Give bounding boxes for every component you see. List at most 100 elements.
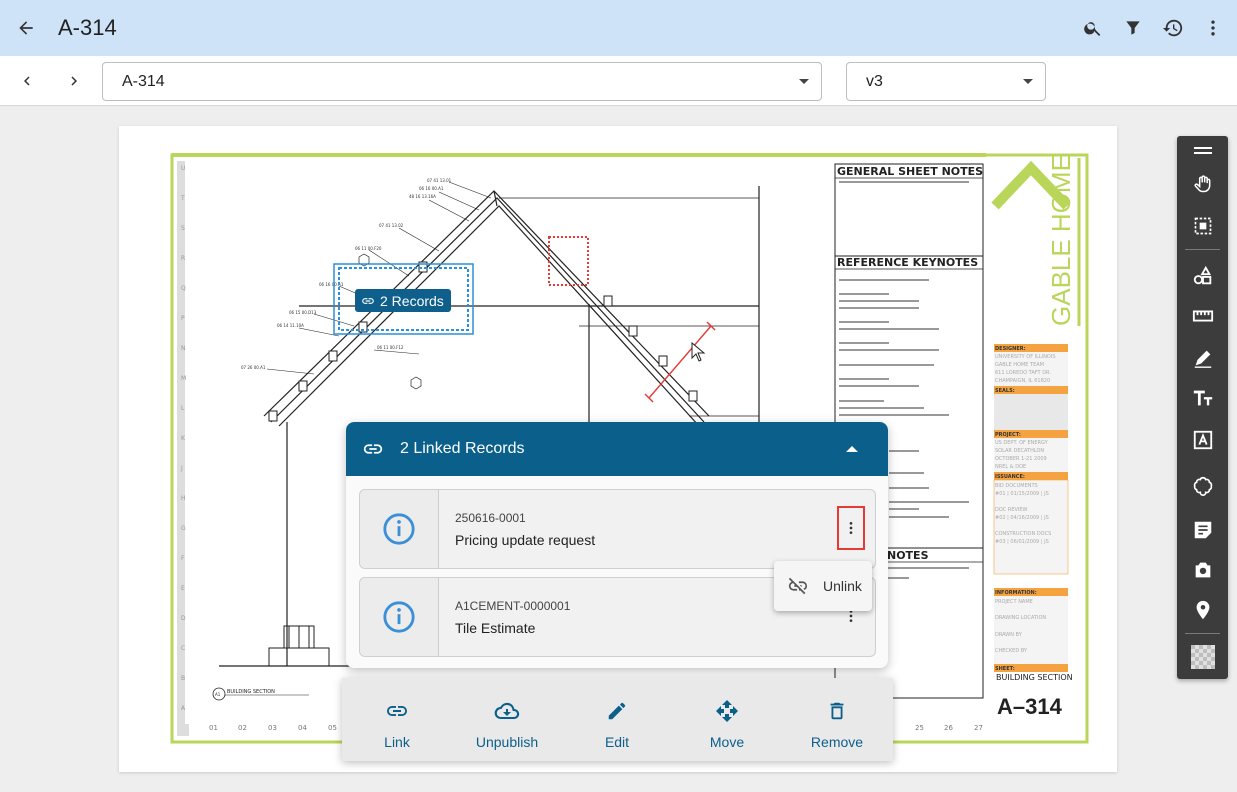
- grid-number: 27: [974, 724, 983, 732]
- svg-text:J: J: [180, 465, 183, 472]
- title-block: DESIGNER: UNIVERSITY OF ILLINOIS GABLE H…: [993, 344, 1073, 719]
- section-number: A1: [215, 692, 221, 697]
- collapse-caret-icon[interactable]: [846, 446, 858, 452]
- grid-number: 03: [268, 724, 277, 732]
- record-more-button[interactable]: [837, 506, 865, 550]
- tb-project-line: OCTOBER 1-21 2009: [995, 456, 1047, 462]
- record-info-button[interactable]: [360, 490, 439, 568]
- filter-button[interactable]: [1113, 0, 1153, 56]
- svg-text:F: F: [181, 555, 185, 562]
- cloud-tool[interactable]: [1177, 468, 1228, 504]
- svg-text:Q: Q: [181, 285, 186, 292]
- chevron-right-icon: [71, 76, 77, 86]
- transparency-tool[interactable]: [1177, 639, 1228, 675]
- tb-project-label: PROJECT:: [995, 432, 1021, 438]
- svg-text:07 41 13.01: 07 41 13.01: [427, 178, 452, 183]
- move-button[interactable]: Move: [672, 678, 782, 761]
- palette-drag-handle[interactable]: [1177, 136, 1228, 164]
- text-box-tool[interactable]: [1177, 422, 1228, 458]
- tb-information-line: PROJECT NAME: [995, 599, 1033, 605]
- tb-information-line: DRAWING LOCATION: [995, 615, 1046, 621]
- svg-text:P: P: [181, 315, 185, 322]
- linked-records-panel: 2 Linked Records 250616-0001 Pricing upd…: [346, 422, 888, 668]
- linked-records-header[interactable]: 2 Linked Records: [346, 422, 888, 476]
- svg-text:H: H: [181, 495, 186, 502]
- sheet-select[interactable]: A-314: [102, 62, 822, 101]
- grid-number: 25: [915, 724, 924, 732]
- sheet-select-value: A-314: [122, 72, 165, 90]
- link-label: Link: [384, 734, 410, 750]
- measure-tool[interactable]: [1177, 298, 1228, 334]
- more-vert-icon: [1211, 20, 1215, 36]
- version-select-value: v3: [866, 72, 883, 90]
- version-select[interactable]: v3: [846, 62, 1046, 101]
- transparency-icon: [1190, 645, 1215, 669]
- palette-divider: [1185, 249, 1220, 250]
- app-bar: A-314: [0, 0, 1237, 56]
- location-tool[interactable]: [1177, 592, 1228, 628]
- search-button[interactable]: [1073, 0, 1113, 56]
- link-icon: [362, 438, 384, 460]
- tb-project-line: US DEPT. OF ENERGY: [995, 440, 1049, 446]
- back-button[interactable]: [0, 0, 52, 56]
- camera-tool[interactable]: [1177, 552, 1228, 588]
- linked-records-title: 2 Linked Records: [400, 440, 525, 457]
- palette-divider: [1185, 633, 1220, 634]
- more-options-button[interactable]: [1193, 0, 1233, 56]
- markup-action-bar: Link Unpublish Edit Move Remove: [342, 678, 893, 761]
- brand-logo: GABLE HOME: [991, 154, 1081, 326]
- text-tool[interactable]: [1177, 380, 1228, 416]
- tb-information-label: INFORMATION:: [995, 590, 1037, 596]
- reference-keynotes-title: REFERENCE KEYNOTES: [837, 256, 978, 269]
- previous-sheet-button[interactable]: [14, 68, 40, 94]
- filter-icon: [1126, 21, 1140, 35]
- svg-text:06 14 11.10A: 06 14 11.10A: [277, 323, 304, 328]
- tb-information-line: CHECKED BY: [995, 648, 1028, 654]
- record-name: Tile Estimate: [455, 620, 536, 636]
- grid-number: 01: [209, 724, 218, 732]
- select-area-tool[interactable]: [1177, 208, 1228, 244]
- shapes-tool[interactable]: [1177, 258, 1228, 294]
- remove-button[interactable]: Remove: [782, 678, 892, 761]
- record-name: Pricing update request: [455, 532, 596, 548]
- tb-issuance-label: ISSUANCE:: [995, 474, 1025, 480]
- text-size-icon: [1193, 390, 1212, 406]
- draw-tool[interactable]: [1177, 340, 1228, 376]
- records-marker-label: 2 Records: [380, 292, 444, 309]
- next-sheet-button[interactable]: [61, 68, 87, 94]
- edit-label: Edit: [604, 734, 630, 750]
- svg-text:B: B: [181, 675, 185, 682]
- note-tool[interactable]: [1177, 512, 1228, 548]
- cloud-icon: [1193, 476, 1212, 496]
- page-title: A-314: [58, 15, 117, 40]
- unlink-menu-item[interactable]: Unlink: [774, 561, 872, 611]
- sheet-toolbar: A-314 v3: [0, 56, 1237, 106]
- text-box-icon: [1193, 430, 1212, 450]
- link-button[interactable]: Link: [342, 678, 452, 761]
- edit-button[interactable]: Edit: [562, 678, 672, 761]
- link-off-icon: [787, 575, 809, 597]
- pan-hand-icon: [1194, 175, 1210, 193]
- svg-text:06 16 00.A1: 06 16 00.A1: [419, 186, 444, 191]
- shapes-icon: [1193, 265, 1211, 285]
- select-area-icon: [1194, 217, 1211, 235]
- drag-handle-icon: [1193, 147, 1212, 154]
- sheet-select-caret-icon: [799, 79, 809, 84]
- records-marker[interactable]: 2 Records: [355, 289, 451, 312]
- record-info-button[interactable]: [360, 578, 439, 656]
- svg-text:E: E: [181, 585, 185, 592]
- tb-issuance-line: DOC REVIEW: [995, 507, 1028, 513]
- camera-icon: [1195, 562, 1210, 578]
- pan-tool[interactable]: [1177, 166, 1228, 202]
- record-card[interactable]: 250616-0001 Pricing update request: [359, 489, 876, 569]
- svg-text:06 15 00.D13: 06 15 00.D13: [289, 310, 317, 315]
- svg-text:N: N: [181, 345, 186, 352]
- chevron-left-icon: [24, 76, 30, 86]
- version-select-caret-icon: [1023, 79, 1033, 84]
- unpublish-button[interactable]: Unpublish: [452, 678, 562, 761]
- svg-text:06 16 00.A1: 06 16 00.A1: [319, 282, 344, 287]
- back-arrow-icon: [19, 21, 33, 35]
- history-button[interactable]: [1153, 0, 1193, 56]
- ruler-icon: [1192, 310, 1213, 322]
- tb-issuance-line: #01 | 01/15/2009 | JS: [995, 491, 1049, 497]
